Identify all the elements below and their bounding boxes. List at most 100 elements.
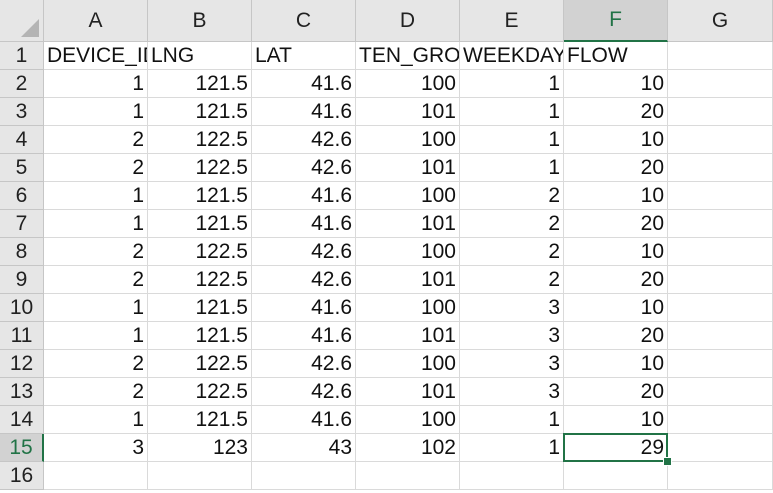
cell-d15[interactable]: 102 — [356, 434, 460, 462]
row-header-8[interactable]: 8 — [0, 238, 44, 266]
cell-b12[interactable]: 122.5 — [148, 350, 252, 378]
row-header-7[interactable]: 7 — [0, 210, 44, 238]
cell-b1[interactable]: LNG — [148, 42, 252, 70]
row-header-1[interactable]: 1 — [0, 42, 44, 70]
column-header-g[interactable]: G — [668, 0, 773, 42]
cell-f9[interactable]: 20 — [564, 266, 668, 294]
cell-c3[interactable]: 41.6 — [252, 98, 356, 126]
cell-b7[interactable]: 121.5 — [148, 210, 252, 238]
cell-c9[interactable]: 42.6 — [252, 266, 356, 294]
cell-c7[interactable]: 41.6 — [252, 210, 356, 238]
cell-b6[interactable]: 121.5 — [148, 182, 252, 210]
cell-g12[interactable] — [668, 350, 773, 378]
cell-f6[interactable]: 10 — [564, 182, 668, 210]
cell-f10[interactable]: 10 — [564, 294, 668, 322]
cell-b5[interactable]: 122.5 — [148, 154, 252, 182]
cell-a2[interactable]: 1 — [44, 70, 148, 98]
cell-a7[interactable]: 1 — [44, 210, 148, 238]
cell-b9[interactable]: 122.5 — [148, 266, 252, 294]
cell-f2[interactable]: 10 — [564, 70, 668, 98]
fill-handle[interactable] — [663, 457, 672, 466]
cell-a3[interactable]: 1 — [44, 98, 148, 126]
cell-f15[interactable]: 29 — [564, 434, 668, 462]
cell-b3[interactable]: 121.5 — [148, 98, 252, 126]
cell-d6[interactable]: 100 — [356, 182, 460, 210]
cell-g7[interactable] — [668, 210, 773, 238]
cell-b11[interactable]: 121.5 — [148, 322, 252, 350]
cell-g13[interactable] — [668, 378, 773, 406]
cell-d14[interactable]: 100 — [356, 406, 460, 434]
cell-d9[interactable]: 101 — [356, 266, 460, 294]
cell-f4[interactable]: 10 — [564, 126, 668, 154]
column-header-d[interactable]: D — [356, 0, 460, 42]
cell-b16[interactable] — [148, 462, 252, 490]
cell-c14[interactable]: 41.6 — [252, 406, 356, 434]
cell-f14[interactable]: 10 — [564, 406, 668, 434]
row-header-16[interactable]: 16 — [0, 462, 44, 490]
cell-d1[interactable]: TEN_GROUP — [356, 42, 460, 70]
cell-a4[interactable]: 2 — [44, 126, 148, 154]
cell-e6[interactable]: 2 — [460, 182, 564, 210]
cell-g11[interactable] — [668, 322, 773, 350]
cell-b4[interactable]: 122.5 — [148, 126, 252, 154]
row-header-3[interactable]: 3 — [0, 98, 44, 126]
cell-e16[interactable] — [460, 462, 564, 490]
cell-e3[interactable]: 1 — [460, 98, 564, 126]
cell-g8[interactable] — [668, 238, 773, 266]
cell-a15[interactable]: 3 — [44, 434, 148, 462]
cell-c8[interactable]: 42.6 — [252, 238, 356, 266]
cell-e4[interactable]: 1 — [460, 126, 564, 154]
row-header-13[interactable]: 13 — [0, 378, 44, 406]
row-header-14[interactable]: 14 — [0, 406, 44, 434]
cell-d13[interactable]: 101 — [356, 378, 460, 406]
row-header-9[interactable]: 9 — [0, 266, 44, 294]
cell-a9[interactable]: 2 — [44, 266, 148, 294]
cell-g5[interactable] — [668, 154, 773, 182]
cell-a16[interactable] — [44, 462, 148, 490]
cell-f5[interactable]: 20 — [564, 154, 668, 182]
cell-d5[interactable]: 101 — [356, 154, 460, 182]
cell-d11[interactable]: 101 — [356, 322, 460, 350]
cell-a1[interactable]: DEVICE_ID — [44, 42, 148, 70]
cell-a12[interactable]: 2 — [44, 350, 148, 378]
cell-c11[interactable]: 41.6 — [252, 322, 356, 350]
row-header-6[interactable]: 6 — [0, 182, 44, 210]
cell-d2[interactable]: 100 — [356, 70, 460, 98]
cell-f16[interactable] — [564, 462, 668, 490]
cell-b14[interactable]: 121.5 — [148, 406, 252, 434]
cell-a11[interactable]: 1 — [44, 322, 148, 350]
cell-f12[interactable]: 10 — [564, 350, 668, 378]
cell-e8[interactable]: 2 — [460, 238, 564, 266]
cell-b8[interactable]: 122.5 — [148, 238, 252, 266]
cell-f13[interactable]: 20 — [564, 378, 668, 406]
row-header-4[interactable]: 4 — [0, 126, 44, 154]
cell-d7[interactable]: 101 — [356, 210, 460, 238]
cell-d3[interactable]: 101 — [356, 98, 460, 126]
select-all-corner[interactable] — [0, 0, 44, 42]
cell-c15[interactable]: 43 — [252, 434, 356, 462]
cell-g1[interactable] — [668, 42, 773, 70]
cell-g16[interactable] — [668, 462, 773, 490]
row-header-11[interactable]: 11 — [0, 322, 44, 350]
cell-e11[interactable]: 3 — [460, 322, 564, 350]
cell-g10[interactable] — [668, 294, 773, 322]
row-header-10[interactable]: 10 — [0, 294, 44, 322]
cell-a5[interactable]: 2 — [44, 154, 148, 182]
column-header-b[interactable]: B — [148, 0, 252, 42]
cell-g6[interactable] — [668, 182, 773, 210]
cell-g14[interactable] — [668, 406, 773, 434]
cell-g15[interactable] — [668, 434, 773, 462]
cell-g9[interactable] — [668, 266, 773, 294]
cell-g4[interactable] — [668, 126, 773, 154]
cell-b10[interactable]: 121.5 — [148, 294, 252, 322]
cell-f1[interactable]: FLOW — [564, 42, 668, 70]
cell-e14[interactable]: 1 — [460, 406, 564, 434]
cell-d12[interactable]: 100 — [356, 350, 460, 378]
cell-c10[interactable]: 41.6 — [252, 294, 356, 322]
cell-g2[interactable] — [668, 70, 773, 98]
row-header-2[interactable]: 2 — [0, 70, 44, 98]
cell-b15[interactable]: 123 — [148, 434, 252, 462]
column-header-c[interactable]: C — [252, 0, 356, 42]
cell-a14[interactable]: 1 — [44, 406, 148, 434]
cell-d4[interactable]: 100 — [356, 126, 460, 154]
